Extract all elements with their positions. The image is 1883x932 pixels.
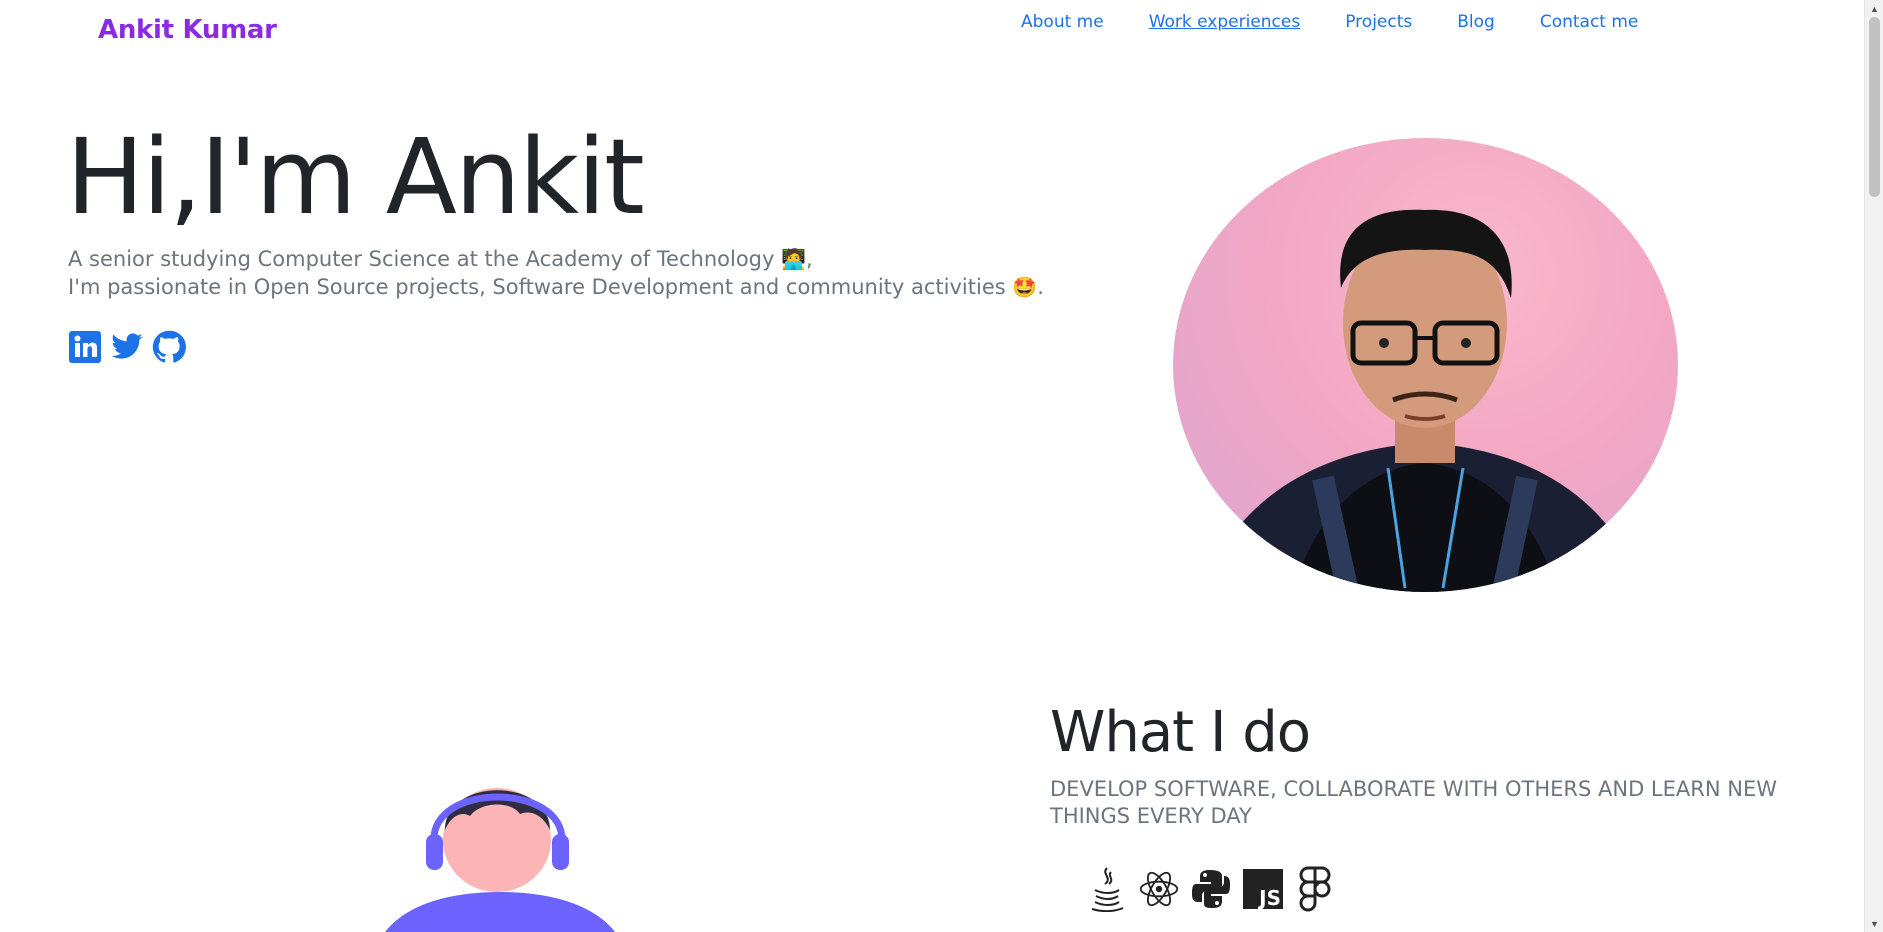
scrollbar-thumb[interactable]	[1869, 17, 1880, 197]
page: Ankit Kumar About me Work experiences Pr…	[0, 0, 1883, 932]
social-links	[68, 330, 186, 364]
java-icon	[1086, 866, 1128, 912]
javascript-icon: JS	[1242, 866, 1284, 912]
scroll-down-arrow-icon[interactable]: ▼	[1865, 915, 1883, 932]
hero-line-2-end: .	[1037, 275, 1044, 299]
nav-contact[interactable]: Contact me	[1540, 12, 1639, 32]
linkedin-icon[interactable]	[68, 330, 102, 364]
hero-line-2: I'm passionate in Open Source projects, …	[68, 275, 1006, 299]
python-icon	[1190, 866, 1232, 912]
hero-line-1: A senior studying Computer Science at th…	[68, 247, 775, 271]
what-i-do-subtitle: DEVELOP SOFTWARE, COLLABORATE WITH OTHER…	[1050, 777, 1777, 828]
nav-about[interactable]: About me	[1021, 12, 1104, 32]
figma-icon	[1294, 866, 1336, 912]
twitter-icon[interactable]	[110, 330, 144, 364]
github-icon[interactable]	[152, 330, 186, 364]
person-with-headphones-illustration	[370, 752, 630, 932]
what-i-do-title: What I do	[1050, 700, 1311, 765]
site-brand[interactable]: Ankit Kumar	[98, 15, 277, 45]
nav-blog[interactable]: Blog	[1457, 12, 1495, 32]
star-struck-emoji: 🤩	[1012, 275, 1038, 299]
skill-icons: JS	[1086, 866, 1336, 912]
scroll-up-arrow-icon[interactable]: ▲	[1865, 0, 1883, 17]
technologist-emoji: 🧑‍💻	[781, 247, 807, 271]
hero-line-1-end: ,	[806, 247, 813, 271]
vertical-scrollbar[interactable]: ▲ ▼	[1864, 0, 1883, 932]
react-icon	[1138, 866, 1180, 912]
top-nav: About me Work experiences Projects Blog …	[1021, 12, 1683, 32]
profile-photo	[1173, 138, 1678, 592]
hero-title: Hi,I'm Ankit	[66, 116, 645, 238]
nav-projects[interactable]: Projects	[1345, 12, 1412, 32]
nav-work-experiences[interactable]: Work experiences	[1149, 12, 1301, 32]
hero-subtitle: A senior studying Computer Science at th…	[68, 245, 1068, 301]
svg-text:JS: JS	[1257, 886, 1281, 909]
